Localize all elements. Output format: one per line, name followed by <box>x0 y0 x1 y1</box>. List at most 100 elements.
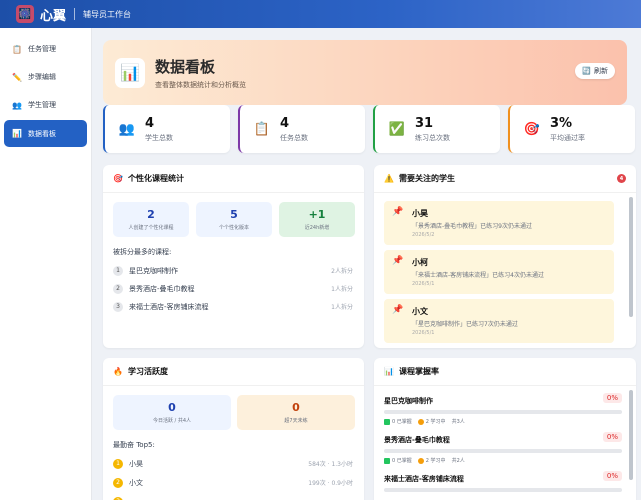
refresh-icon: 🔄 <box>582 67 591 75</box>
stat-label: 练习总次数 <box>415 133 450 142</box>
pin-icon: 📌 <box>392 305 404 315</box>
divider <box>74 8 76 20</box>
stat-box-creators: 2 人创建了个性化课程 <box>113 202 189 237</box>
rank-number: 2 <box>113 477 123 488</box>
alert-item[interactable]: 📌 小柯 「来福士酒店-客房铺床流程」已练习4次仍未通过 2026/5/1 <box>384 250 614 294</box>
stat-value: 3% <box>550 115 573 131</box>
card-title: 个性化课程统计 <box>127 174 184 183</box>
users-icon: 👥 <box>12 100 22 110</box>
stat-box-new: +1 近24h新增 <box>279 202 355 237</box>
users-icon: 👥 <box>118 121 136 137</box>
practice-summary: 584次 · 1.3小时 <box>308 461 353 468</box>
split-count: 1人拆分 <box>331 286 353 293</box>
top-bar: 🎆 心翼 辅导员工作台 <box>0 0 641 28</box>
check-icon <box>384 418 390 425</box>
stat-value: 4 <box>280 115 290 131</box>
section-title: 被拆分最多的课程: <box>113 248 172 256</box>
rank-number: 2 <box>113 283 123 294</box>
sidebar-item-label: 步骤编辑 <box>28 73 56 81</box>
sidebar: 📋 任务管理 ✏️ 步骤编辑 👥 学生管理 📊 数据看板 <box>0 28 92 500</box>
box-label: 人创建了个性化课程 <box>128 225 174 231</box>
course-name: 星巴克咖啡制作 <box>384 397 433 405</box>
warning-icon: ⚠️ <box>384 174 394 183</box>
main-content: 📊 数据看板 查看整体数据统计和分析概览 🔄 刷新 👥 4 学生总数 📋 4 任务总… <box>92 28 641 500</box>
sidebar-item-label: 学生管理 <box>28 101 56 109</box>
stat-label: 任务总数 <box>280 133 308 142</box>
section-title: 最勤奋 Top5: <box>113 441 155 449</box>
split-count: 1人拆分 <box>331 304 353 311</box>
stat-card-tasks: 📋 4 任务总数 <box>238 105 365 153</box>
brand-name: 心翼 <box>40 8 67 24</box>
attention-card: ⚠️ 需要关注的学生 4 📌 小昊 「景秀酒店-叠毛巾教程」已练习9次仍未通过 2026… <box>374 165 636 348</box>
course-stats-card: 🎯 个性化课程统计 2 人创建了个性化课程 5 个个性化版本 +1 近24h新增 被拆分… <box>103 165 364 348</box>
alert-item[interactable]: 📌 小昊 「景秀酒店-叠毛巾教程」已练习9次仍未通过 2026/5/2 <box>384 201 614 245</box>
pencil-icon: ✏️ <box>12 72 22 82</box>
card-header: 🔥 学习活跃度 <box>103 358 364 386</box>
rank-number: 1 <box>113 265 123 276</box>
list-item: 1 星巴克咖啡制作 2人拆分 <box>113 262 353 279</box>
card-title: 学习活跃度 <box>127 367 168 376</box>
mastery-item: 景秀酒店-叠毛巾教程 0% 0 已掌握 2 学习中 共2人 <box>384 432 622 464</box>
course-name: 来福士酒店-客房铺床流程 <box>129 302 209 311</box>
rank-number: 3 <box>113 496 123 500</box>
count-badge: 4 <box>617 174 626 183</box>
stat-card-students: 👥 4 学生总数 <box>103 105 230 153</box>
box-label: 超7天未练 <box>284 418 308 424</box>
stat-box-versions: 5 个个性化版本 <box>196 202 272 237</box>
progress-bar <box>384 488 622 492</box>
chart-icon: 📊 <box>384 367 394 376</box>
box-label: 今日活跃 / 共4人 <box>152 418 192 424</box>
alert-description: 「景秀酒店-叠毛巾教程」已练习9次仍未通过 <box>412 223 532 230</box>
checkmark-icon: ✅ <box>388 121 406 137</box>
stat-label: 平均通过率 <box>550 133 585 142</box>
sidebar-item-students[interactable]: 👥 学生管理 <box>4 92 87 118</box>
box-label: 个个性化版本 <box>218 225 249 231</box>
progress-bar <box>384 449 622 453</box>
student-name: 小文 <box>412 307 428 316</box>
student-name: 小昊 <box>129 459 143 468</box>
stat-value: 31 <box>415 115 434 131</box>
scrollbar[interactable] <box>629 197 633 317</box>
chart-icon: 📊 <box>12 129 22 138</box>
card-header: 🎯 个性化课程统计 <box>103 165 364 193</box>
box-value: +1 <box>308 208 326 221</box>
alert-date: 2026/5/1 <box>412 281 435 287</box>
mastered-count: 0 已掌握 <box>392 458 412 464</box>
mastery-item: 星巴克咖啡制作 0% 0 已掌握 2 学习中 共3人 <box>384 393 622 425</box>
alert-item[interactable]: 📌 小文 「星巴克咖啡制作」已练习7次仍未通过 2026/5/1 <box>384 299 614 343</box>
sidebar-item-dashboard[interactable]: 📊 数据看板 <box>4 120 87 147</box>
list-item: 2 小文 199次 · 0.9小时 <box>113 474 353 491</box>
course-name: 景秀酒店-叠毛巾教程 <box>384 436 450 444</box>
list-item: 3 来福士酒店-客房铺床流程 1人拆分 <box>113 298 353 315</box>
alert-description: 「来福士酒店-客房铺床流程」已练习4次仍未通过 <box>412 272 544 279</box>
total-count: 共2人 <box>451 458 465 464</box>
learning-count: 2 学习中 <box>425 458 446 464</box>
stat-label: 学生总数 <box>145 133 173 142</box>
scrollbar[interactable] <box>629 390 633 480</box>
page-title: 数据看板 <box>155 57 216 76</box>
app-subtitle: 辅导员工作台 <box>83 9 132 19</box>
box-label: 近24h新增 <box>304 225 330 231</box>
sidebar-item-tasks[interactable]: 📋 任务管理 <box>4 36 87 62</box>
box-value: 2 <box>147 208 155 221</box>
learning-count: 2 学习中 <box>425 419 446 425</box>
alert-date: 2026/5/2 <box>412 232 435 238</box>
student-name: 小文 <box>129 478 143 487</box>
stat-card-practice: ✅ 31 练习总次数 <box>373 105 500 153</box>
card-header: 📊 课程掌握率 <box>374 358 636 386</box>
card-title: 课程掌握率 <box>398 367 439 376</box>
split-count: 2人拆分 <box>331 268 353 275</box>
course-name: 星巴克咖啡制作 <box>129 266 178 275</box>
box-value: 0 <box>168 401 176 414</box>
clipboard-icon: 📋 <box>12 44 22 54</box>
page-header: 📊 数据看板 查看整体数据统计和分析概览 🔄 刷新 <box>103 40 627 105</box>
learning-icon <box>417 418 424 425</box>
refresh-button[interactable]: 🔄 刷新 <box>575 63 615 79</box>
check-icon <box>384 457 390 464</box>
mastery-card: 📊 课程掌握率 星巴克咖啡制作 0% 0 已掌握 2 学习中 共3人 景秀酒店-叠毛巾… <box>374 358 636 500</box>
alert-date: 2026/5/1 <box>412 330 435 336</box>
pin-icon: 📌 <box>392 256 404 266</box>
stat-box-today-active: 0 今日活跃 / 共4人 <box>113 395 231 430</box>
fire-icon: 🔥 <box>113 367 123 376</box>
sidebar-item-steps[interactable]: ✏️ 步骤编辑 <box>4 64 87 90</box>
